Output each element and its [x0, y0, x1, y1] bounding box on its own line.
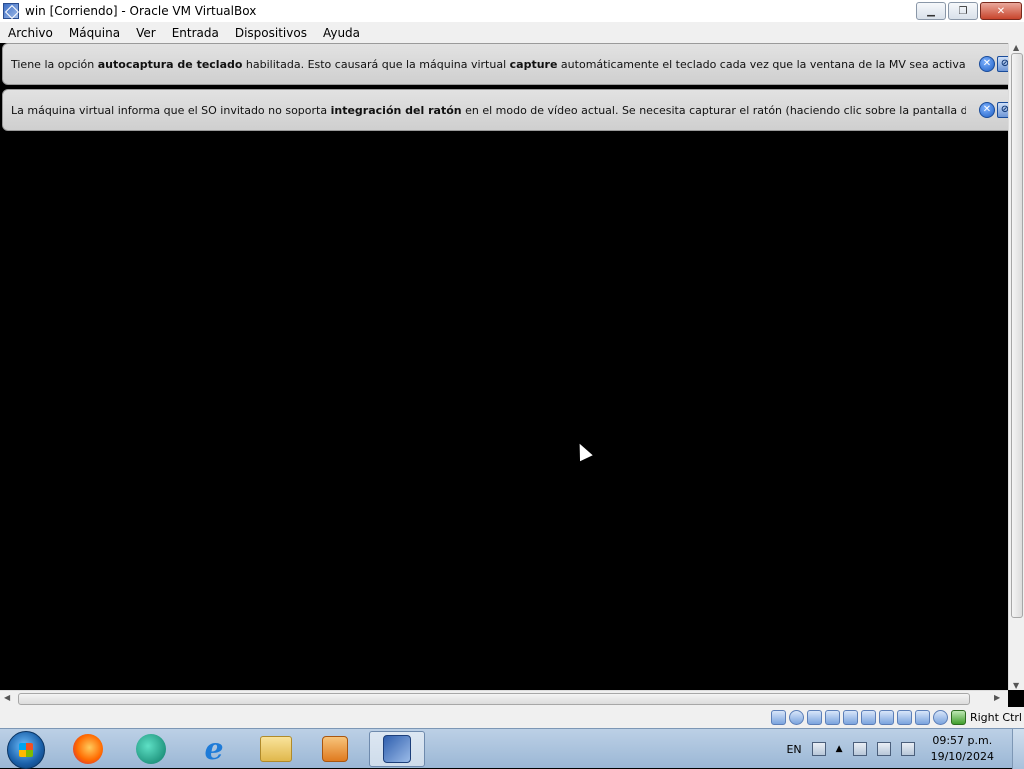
close-button[interactable]: ✕: [980, 2, 1022, 20]
taskbar-file-explorer[interactable]: [248, 731, 304, 767]
scroll-down-icon[interactable]: ▼: [1013, 681, 1019, 690]
clock-date: 19/10/2024: [930, 750, 994, 763]
banner-message: La máquina virtual informa que el SO inv…: [11, 103, 966, 117]
action-center-flag-icon[interactable]: [876, 742, 891, 756]
status-bar: Right Ctrl: [0, 707, 1024, 728]
taskbar-edge[interactable]: [123, 731, 179, 767]
firefox-icon: [73, 734, 103, 764]
show-desktop-button[interactable]: [1012, 729, 1024, 769]
virtualbox-icon: [3, 3, 19, 19]
taskbar-internet-explorer[interactable]: e: [186, 731, 242, 767]
taskbar-firefox[interactable]: [60, 731, 116, 767]
host-key-label[interactable]: Right Ctrl: [970, 711, 1022, 724]
scroll-up-icon[interactable]: ▲: [1013, 43, 1019, 52]
clock-time: 09:57 p.m.: [932, 734, 993, 747]
menu-bar: Archivo Máquina Ver Entrada Dispositivos…: [0, 22, 1024, 43]
hard-disk-icon[interactable]: [770, 710, 786, 725]
menu-ayuda[interactable]: Ayuda: [315, 26, 368, 40]
vertical-scroll-thumb[interactable]: [1011, 53, 1023, 618]
optical-drive-icon[interactable]: [788, 710, 804, 725]
keyboard-capture-banner: Tiene la opción autocaptura de teclado h…: [2, 43, 1020, 85]
menu-entrada[interactable]: Entrada: [164, 26, 227, 40]
menu-dispositivos[interactable]: Dispositivos: [227, 26, 315, 40]
window-title: win [Corriendo] - Oracle VM VirtualBox: [25, 4, 257, 18]
cpu-icon[interactable]: [914, 710, 930, 725]
vertical-scrollbar[interactable]: ▲ ▼: [1008, 43, 1024, 690]
title-bar: win [Corriendo] - Oracle VM VirtualBox ▁…: [0, 0, 1024, 22]
folder-icon: [260, 736, 292, 762]
window-controls: ▁ ❐ ✕: [916, 2, 1022, 20]
vm-display[interactable]: [0, 134, 1008, 690]
scroll-left-icon[interactable]: ◀: [4, 693, 10, 702]
display-icon[interactable]: [878, 710, 894, 725]
taskbar: e EN ▲ 09:57 p.m. 19/10/2024: [0, 728, 1024, 769]
horizontal-scroll-thumb[interactable]: [18, 693, 970, 705]
virtualbox-icon: [383, 735, 411, 763]
minimize-button[interactable]: ▁: [916, 2, 946, 20]
menu-maquina[interactable]: Máquina: [61, 26, 128, 40]
volume-muted-icon[interactable]: [900, 742, 915, 756]
usb-icon[interactable]: [842, 710, 858, 725]
show-hidden-icons-icon[interactable]: ▲: [836, 744, 843, 754]
shared-folders-icon[interactable]: [860, 710, 876, 725]
mouse-integration-banner: La máquina virtual informa que el SO inv…: [2, 89, 1020, 131]
start-button[interactable]: [7, 731, 45, 769]
clock[interactable]: 09:57 p.m. 19/10/2024: [931, 733, 994, 765]
horizontal-scrollbar[interactable]: ◀ ▶: [0, 690, 1008, 707]
restore-button[interactable]: ❐: [948, 2, 978, 20]
banner-message: Tiene la opción autocaptura de teclado h…: [11, 57, 966, 71]
audio-icon[interactable]: [806, 710, 822, 725]
mouse-icon[interactable]: [932, 710, 948, 725]
system-tray: EN ▲ 09:57 p.m. 19/10/2024: [786, 729, 1024, 769]
language-indicator[interactable]: EN: [786, 743, 801, 756]
menu-ver[interactable]: Ver: [128, 26, 164, 40]
keyboard-icon[interactable]: [950, 710, 966, 725]
scroll-right-icon[interactable]: ▶: [994, 693, 1000, 702]
network-icon[interactable]: [824, 710, 840, 725]
banner-close-icon[interactable]: ✕: [979, 56, 995, 72]
video-capture-icon[interactable]: [896, 710, 912, 725]
network-tray-icon[interactable]: [852, 742, 867, 756]
taskbar-virtualbox[interactable]: [369, 731, 425, 767]
internet-explorer-icon: e: [204, 731, 224, 767]
mouse-cursor-icon: [573, 440, 593, 462]
keyboard-layout-icon[interactable]: [811, 742, 826, 756]
media-player-icon: [322, 736, 348, 762]
banner-close-icon[interactable]: ✕: [979, 102, 995, 118]
edge-icon: [136, 734, 166, 764]
menu-archivo[interactable]: Archivo: [0, 26, 61, 40]
taskbar-media-player[interactable]: [307, 731, 363, 767]
